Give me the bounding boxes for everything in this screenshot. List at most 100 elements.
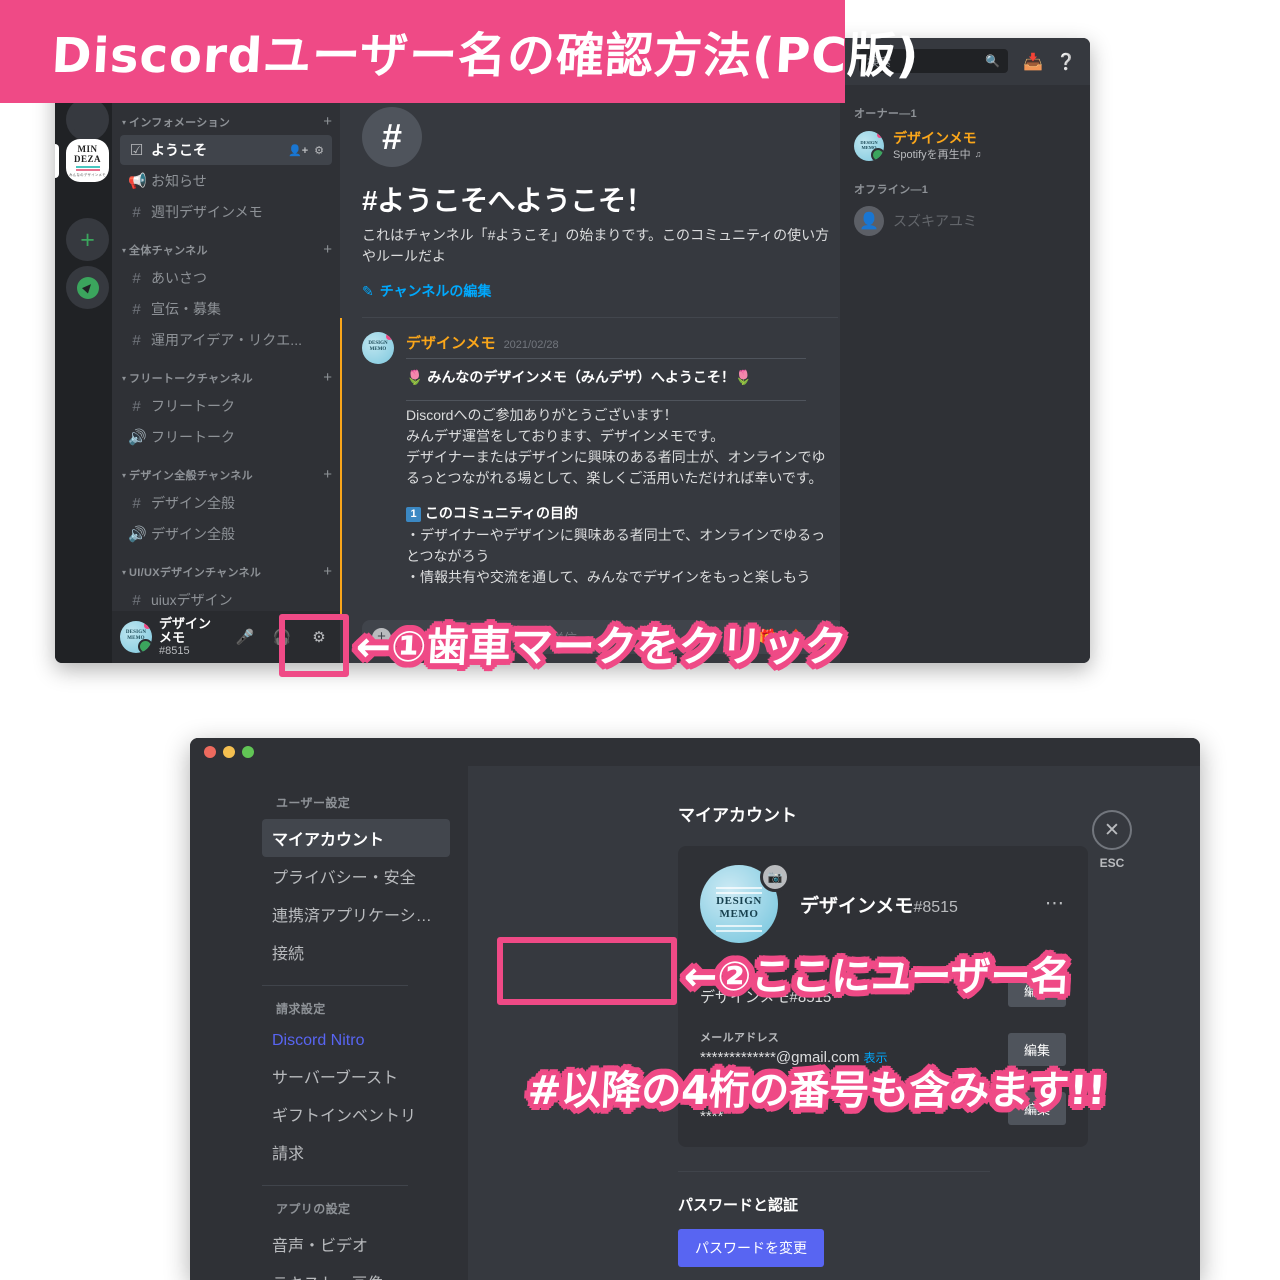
page-title: #ようこそへようこそ！: [362, 185, 654, 216]
hash-icon: #: [132, 203, 141, 221]
channel-item-design-voice[interactable]: 🔊 デザイン全般: [120, 519, 332, 549]
hash-icon: #: [132, 397, 141, 415]
password-section-heading: パスワードと認証: [678, 1197, 799, 1214]
member-name: デザインメモ: [893, 130, 977, 146]
hash-icon: #: [132, 269, 141, 287]
account-display-name: デザインメモ#8515: [800, 891, 958, 918]
online-status-dot: [138, 639, 152, 653]
more-options-icon[interactable]: ⋯: [1045, 892, 1066, 915]
home-button[interactable]: [66, 98, 109, 141]
hash-icon: #: [132, 331, 141, 349]
section-title: このコミュニティの目的: [424, 505, 579, 521]
server-icon-bar2: [75, 168, 100, 171]
close-icon: ✕: [1092, 810, 1132, 850]
channel-category[interactable]: ▾ デザイン全般チャンネル +: [112, 453, 340, 487]
help-icon[interactable]: ❔: [1056, 52, 1076, 72]
channel-item-uiux-text[interactable]: # uiuxデザイン: [120, 585, 332, 611]
gear-icon[interactable]: ⚙: [314, 144, 324, 157]
channel-label: フリートーク: [151, 429, 235, 445]
sidebar-item-my-account[interactable]: マイアカウント: [262, 819, 450, 857]
sidebar-item-billing[interactable]: 請求: [262, 1133, 450, 1171]
avatar: DESIGN MEMO: [854, 131, 884, 161]
message-author[interactable]: デザインメモ: [406, 332, 496, 353]
channel-item-freetalk-text[interactable]: # フリートーク: [120, 391, 332, 421]
avatar[interactable]: DESIGN MEMO: [120, 621, 152, 653]
avatar-label: DESIGN MEMO: [368, 341, 388, 352]
edit-channel-label: チャンネルの編集: [379, 283, 492, 299]
channel-item-freetalk-voice[interactable]: 🔊 フリートーク: [120, 422, 332, 452]
channel-item-unyou[interactable]: # 運用アイデア・リクエ...: [120, 325, 332, 355]
sidebar-item-nitro[interactable]: Discord Nitro: [262, 1025, 450, 1057]
add-channel-icon[interactable]: +: [323, 564, 332, 579]
channel-item-shukan[interactable]: # 週刊デザインメモ: [120, 197, 332, 227]
member-name: スズキアユミ: [893, 213, 977, 229]
category-label: デザイン全般チャンネル: [129, 470, 253, 482]
add-channel-icon[interactable]: +: [323, 370, 332, 385]
avatar[interactable]: DESIGN MEMO: [362, 332, 394, 364]
channel-category[interactable]: ▾ フリートークチャンネル +: [112, 356, 340, 390]
message-accent-bar: [340, 318, 342, 618]
explore-servers-button[interactable]: [66, 266, 109, 309]
channel-list[interactable]: ▾ インフォメーション + ☑ ようこそ 👤+ ⚙ 📢 お知らせ # 週刊デザイン…: [112, 100, 340, 611]
channel-category[interactable]: ▾ 全体チャンネル +: [112, 228, 340, 262]
channel-category[interactable]: ▾ UI/UXデザインチャンネル +: [112, 550, 340, 584]
pencil-icon: ✎: [362, 282, 374, 299]
number-badge: 1: [406, 507, 421, 522]
member-group-label: オーナー—1: [854, 108, 917, 120]
sidebar-item-authorized-apps[interactable]: 連携済アプリケーショ...: [262, 895, 450, 933]
avatar-accent-dot: [144, 622, 151, 629]
avatar: 👤: [854, 206, 884, 236]
member-group-label: オフライン—1: [854, 184, 929, 196]
user-name: デザインメモ: [159, 615, 212, 645]
category-label: 全体チャンネル: [129, 245, 208, 257]
account-tag-text: #8515: [913, 898, 958, 916]
add-channel-icon[interactable]: +: [323, 467, 332, 482]
sidebar-item-gift-inventory[interactable]: ギフトインベントリ: [262, 1095, 450, 1133]
channel-item-youkoso[interactable]: ☑ ようこそ 👤+ ⚙: [120, 135, 332, 165]
message-section-heading: 1 このコミュニティの目的: [406, 503, 838, 523]
user-identity[interactable]: デザインメモ #8515: [159, 615, 223, 658]
channel-item-aisatsu[interactable]: # あいさつ: [120, 263, 332, 293]
minimize-window-button[interactable]: [223, 746, 235, 758]
hash-icon: #: [132, 591, 141, 609]
divider: [678, 1171, 990, 1172]
checkbox-channel-icon: ☑: [129, 142, 144, 159]
channel-description: これはチャンネル「#ようこそ」の始まりです。このコミュニティの使い方やルールだよ: [362, 227, 830, 264]
edit-channel-link[interactable]: ✎ チャンネルの編集: [362, 281, 838, 301]
close-window-button[interactable]: [204, 746, 216, 758]
server-icon-mindeza[interactable]: MIN DEZA みんなのデザインメモ: [66, 139, 109, 182]
page-title: Discordユーザー名の確認方法(PC版): [50, 28, 921, 84]
rail-divider: [74, 129, 102, 131]
sidebar-item-server-boost[interactable]: サーバーブースト: [262, 1057, 450, 1095]
add-channel-icon[interactable]: +: [323, 242, 332, 257]
channel-item-design-text[interactable]: # デザイン全般: [120, 488, 332, 518]
change-password-button[interactable]: パスワードを変更: [678, 1229, 824, 1267]
member-item-offline[interactable]: 👤 スズキアユミ: [850, 203, 1080, 239]
invite-icon[interactable]: 👤+: [288, 144, 308, 157]
channel-item-senden[interactable]: # 宣伝・募集: [120, 294, 332, 324]
maximize-window-button[interactable]: [242, 746, 254, 758]
channel-item-oshirase[interactable]: 📢 お知らせ: [120, 166, 332, 196]
sidebar-item-connections[interactable]: 接続: [262, 933, 450, 971]
avatar-line2: MEMO: [719, 908, 759, 920]
member-item-owner[interactable]: DESIGN MEMO デザインメモ Spotifyを再生中 ♫: [850, 127, 1080, 165]
title-banner: Discordユーザー名の確認方法(PC版): [0, 0, 921, 103]
microphone-icon[interactable]: 🎤: [230, 622, 260, 652]
sidebar-item-text-images[interactable]: テキスト・画像: [262, 1263, 450, 1280]
sidebar-item-voice-video[interactable]: 音声・ビデオ: [262, 1225, 450, 1263]
channel-category[interactable]: ▾ インフォメーション +: [112, 100, 340, 134]
close-settings-button[interactable]: ✕ ESC: [1084, 810, 1140, 870]
annotation-step2: ←②ここにユーザー名: [682, 954, 1072, 1000]
add-server-button[interactable]: +: [66, 218, 109, 261]
message-timestamp: 2021/02/28: [503, 339, 559, 351]
sidebar-item-privacy[interactable]: プライバシー・安全: [262, 857, 450, 895]
search-icon: 🔍: [985, 54, 1000, 68]
inbox-icon[interactable]: 📥: [1023, 52, 1043, 72]
online-status-dot: [871, 148, 884, 161]
window-titlebar: [190, 738, 1200, 766]
email-field-label: メールアドレス: [700, 1032, 780, 1044]
add-channel-icon[interactable]: +: [323, 114, 332, 129]
category-label: UI/UXデザインチャンネル: [129, 567, 262, 579]
server-rail: MIN DEZA みんなのデザインメモ +: [55, 38, 112, 663]
add-photo-icon[interactable]: 📷: [760, 862, 790, 892]
